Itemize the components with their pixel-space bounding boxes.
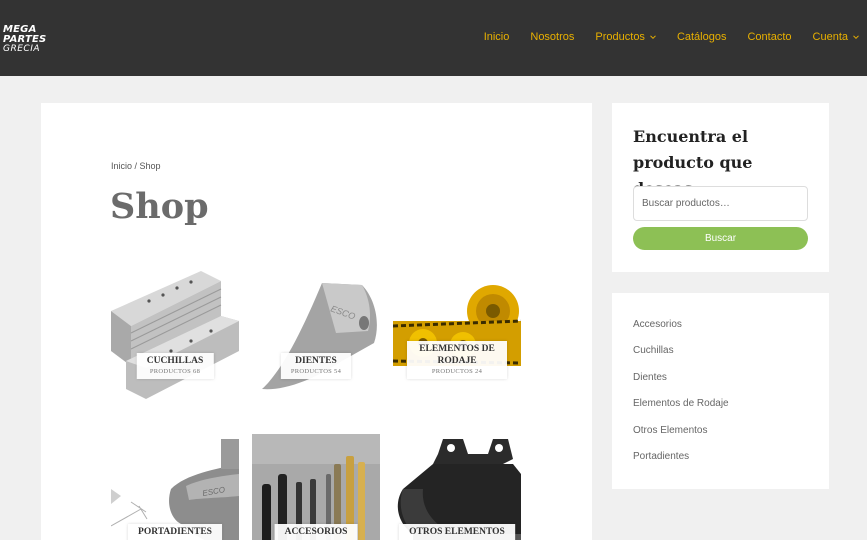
page-title: Shop: [110, 186, 209, 227]
site-logo[interactable]: MEGA PARTES GRECIA: [3, 25, 46, 54]
nav-inicio[interactable]: Inicio: [484, 31, 510, 43]
chevron-down-icon: [650, 35, 656, 40]
nav-nosotros[interactable]: Nosotros: [530, 31, 574, 43]
category-link-otros-elementos[interactable]: Otros Elementos: [633, 425, 729, 451]
category-label: ACCESORIOS: [274, 524, 358, 540]
main-nav: Inicio Nosotros Productos Catálogos Cont…: [484, 31, 859, 43]
category-portadientes[interactable]: ESCO PORTADIENTES: [111, 434, 239, 540]
category-label: PORTADIENTES: [128, 524, 222, 540]
breadcrumb: Inicio / Shop: [111, 161, 161, 171]
category-link-elementos-de-rodaje[interactable]: Elementos de Rodaje: [633, 398, 729, 424]
chevron-down-icon: [853, 35, 859, 40]
breadcrumb-separator: /: [132, 161, 140, 171]
category-link-cuchillas[interactable]: Cuchillas: [633, 345, 729, 371]
breadcrumb-home-link[interactable]: Inicio: [111, 161, 132, 171]
nav-contacto[interactable]: Contacto: [747, 31, 791, 43]
category-label: CUCHILLAS PRODUCTOS 68: [136, 353, 214, 379]
category-links-widget: Accesorios Cuchillas Dientes Elementos d…: [612, 293, 829, 489]
category-link-dientes[interactable]: Dientes: [633, 372, 729, 398]
category-label: OTROS ELEMENTOS: [399, 524, 515, 540]
category-link-portadientes[interactable]: Portadientes: [633, 451, 729, 477]
category-link-list: Accesorios Cuchillas Dientes Elementos d…: [633, 319, 729, 477]
category-dientes[interactable]: ESCO DIENTES PRODUCTOS 54: [252, 271, 380, 399]
site-header: MEGA PARTES GRECIA Inicio Nosotros Produ…: [0, 0, 867, 76]
cuchillas-image: [111, 271, 239, 399]
category-accesorios[interactable]: ACCESORIOS: [252, 434, 380, 540]
breadcrumb-current: Shop: [139, 161, 161, 171]
search-input[interactable]: [633, 186, 808, 221]
category-link-accesorios[interactable]: Accesorios: [633, 319, 729, 345]
search-button[interactable]: Buscar: [633, 227, 808, 250]
category-label: ELEMENTOS DE RODAJE PRODUCTOS 24: [407, 341, 507, 379]
product-search-widget: Encuentra el producto que deseas Buscar: [612, 103, 829, 272]
category-label: DIENTES PRODUCTOS 54: [280, 353, 352, 379]
nav-cuenta[interactable]: Cuenta: [813, 31, 859, 43]
nav-catalogos[interactable]: Catálogos: [677, 31, 727, 43]
elementos-rodaje-image: [393, 271, 521, 399]
category-cuchillas[interactable]: CUCHILLAS PRODUCTOS 68: [111, 271, 239, 399]
shop-content: Inicio / Shop Shop CUCHILLAS PRODUCTOS 6…: [41, 103, 592, 540]
category-otros-elementos[interactable]: OTROS ELEMENTOS: [393, 434, 521, 540]
nav-productos[interactable]: Productos: [595, 31, 656, 43]
dientes-image: ESCO: [252, 271, 380, 399]
category-elementos-de-rodaje[interactable]: ELEMENTOS DE RODAJE PRODUCTOS 24: [393, 271, 521, 399]
